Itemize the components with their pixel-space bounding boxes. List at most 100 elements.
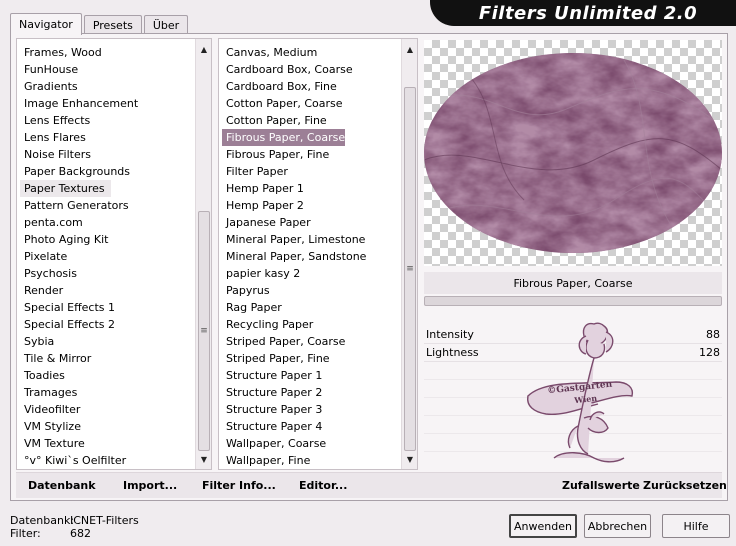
- help-button[interactable]: Hilfe: [662, 514, 730, 538]
- scroll-down-arrow-icon[interactable]: ▼: [402, 451, 417, 467]
- category-item[interactable]: Psychosis: [17, 265, 138, 282]
- category-item[interactable]: Sybia: [17, 333, 138, 350]
- filter-scrollbar[interactable]: ▲ ≡ ▼: [401, 39, 417, 469]
- scroll-up-arrow-icon[interactable]: ▲: [402, 41, 417, 57]
- scroll-up-arrow-icon[interactable]: ▲: [196, 41, 211, 57]
- app-title: Filters Unlimited 2.0: [478, 2, 698, 24]
- filter-item-label: Structure Paper 2: [226, 386, 323, 399]
- category-item[interactable]: Noise Filters: [17, 146, 138, 163]
- category-item[interactable]: Tile & Mirror: [17, 350, 138, 367]
- param-label: Lightness: [426, 346, 479, 359]
- filters-unlimited-dialog: Filters Unlimited 2.0 Navigator Presets …: [0, 0, 736, 546]
- filter-item[interactable]: Mineral Paper, Sandstone: [219, 248, 366, 265]
- category-item[interactable]: VM Texture: [17, 435, 138, 452]
- datenbank-button[interactable]: Datenbank: [28, 479, 96, 492]
- filter-item[interactable]: Striped Paper, Fine: [219, 350, 366, 367]
- tab-about[interactable]: Über: [143, 15, 189, 34]
- filter-item[interactable]: Cardboard Box, Coarse: [219, 61, 366, 78]
- filter-item[interactable]: Structure Paper 2: [219, 384, 366, 401]
- category-item[interactable]: Tramages: [17, 384, 138, 401]
- category-item[interactable]: Frames, Wood: [17, 44, 138, 61]
- category-item-label: Photo Aging Kit: [24, 233, 109, 246]
- filter-item-label: Rag Paper: [226, 301, 282, 314]
- category-item[interactable]: Photo Aging Kit: [17, 231, 138, 248]
- category-item[interactable]: Special Effects 2: [17, 316, 138, 333]
- category-item[interactable]: penta.com: [17, 214, 138, 231]
- category-item-label: Gradients: [24, 80, 78, 93]
- tab-navigator[interactable]: Navigator: [10, 13, 82, 35]
- tab-presets[interactable]: Presets: [83, 15, 142, 34]
- filter-count-label: Filter:: [10, 527, 41, 540]
- category-item-label: Psychosis: [24, 267, 77, 280]
- filter-item[interactable]: Structure Paper 4: [219, 418, 366, 435]
- filter-item[interactable]: Wallpaper, Coarse: [219, 435, 366, 452]
- filter-item[interactable]: Papyrus: [219, 282, 366, 299]
- category-item-label: °v° Kiwi`s Oelfilter: [24, 454, 127, 467]
- filter-item[interactable]: Hemp Paper 1: [219, 180, 366, 197]
- filter-item[interactable]: Canvas, Medium: [219, 44, 366, 61]
- filter-item[interactable]: Cotton Paper, Coarse: [219, 95, 366, 112]
- filter-item-label: Mineral Paper, Sandstone: [226, 250, 367, 263]
- navigator-toolbar: Datenbank Import... Filter Info... Edito…: [16, 472, 727, 498]
- scroll-thumb[interactable]: ≡: [404, 87, 416, 451]
- filter-info-button[interactable]: Filter Info...: [202, 479, 276, 492]
- category-item[interactable]: Gradients: [17, 78, 138, 95]
- category-item[interactable]: Lens Flares: [17, 129, 138, 146]
- filter-item-label: Mineral Paper, Limestone: [226, 233, 366, 246]
- filter-item[interactable]: Cotton Paper, Fine: [219, 112, 366, 129]
- editor-button[interactable]: Editor...: [299, 479, 347, 492]
- filter-item[interactable]: Recycling Paper: [219, 316, 366, 333]
- category-item[interactable]: Pattern Generators: [17, 197, 138, 214]
- filter-item[interactable]: Filter Paper: [219, 163, 366, 180]
- category-item-label: Pixelate: [24, 250, 68, 263]
- reset-button[interactable]: Zurücksetzen: [643, 479, 727, 492]
- category-item-label: Paper Textures: [24, 182, 105, 195]
- filter-item[interactable]: Hemp Paper 2: [219, 197, 366, 214]
- cancel-button[interactable]: Abbrechen: [584, 514, 651, 538]
- category-item[interactable]: FunHouse: [17, 61, 138, 78]
- import-button[interactable]: Import...: [123, 479, 177, 492]
- category-item-label: Special Effects 2: [24, 318, 116, 331]
- preview-area[interactable]: [424, 40, 722, 266]
- filter-item-label: Cardboard Box, Coarse: [226, 63, 353, 76]
- category-item[interactable]: Toadies: [17, 367, 138, 384]
- random-values-button[interactable]: Zufallswerte: [562, 479, 640, 492]
- filter-item[interactable]: Fibrous Paper, Fine: [219, 146, 366, 163]
- app-title-banner: Filters Unlimited 2.0: [430, 0, 736, 26]
- category-list[interactable]: Frames, Wood FunHouse Gradients Image Enhan…: [16, 38, 212, 470]
- watermark-text-line2: Wien: [573, 393, 598, 405]
- category-item[interactable]: Videofilter: [17, 401, 138, 418]
- database-label: Datenbank:: [10, 514, 75, 527]
- category-item[interactable]: Lens Effects: [17, 112, 138, 129]
- filter-item-label: Cardboard Box, Fine: [226, 80, 337, 93]
- category-item[interactable]: Image Enhancement: [17, 95, 138, 112]
- filter-item[interactable]: Mineral Paper, Limestone: [219, 231, 366, 248]
- active-filter-name: Fibrous Paper, Coarse: [424, 272, 722, 294]
- filter-item[interactable]: Structure Paper 1: [219, 367, 366, 384]
- category-item-label: penta.com: [24, 216, 83, 229]
- category-item[interactable]: Paper Backgrounds: [17, 163, 138, 180]
- filter-item[interactable]: Fibrous Paper, Coarse: [219, 129, 366, 146]
- filter-item[interactable]: Striped Paper, Coarse: [219, 333, 366, 350]
- filter-item[interactable]: Structure Paper 3: [219, 401, 366, 418]
- category-item[interactable]: Paper Textures: [20, 180, 111, 197]
- scroll-down-arrow-icon[interactable]: ▼: [196, 451, 211, 467]
- scroll-thumb[interactable]: ≡: [198, 211, 210, 451]
- filter-item[interactable]: Cardboard Box, Fine: [219, 78, 366, 95]
- apply-button[interactable]: Anwenden: [509, 514, 577, 538]
- filter-item-label: Wallpaper, Fine: [226, 454, 311, 467]
- filter-item[interactable]: papier kasy 2: [219, 265, 366, 282]
- param-value: 88: [706, 328, 720, 341]
- category-item[interactable]: Render: [17, 282, 138, 299]
- filter-item[interactable]: Japanese Paper: [219, 214, 366, 231]
- filter-item[interactable]: Wallpaper, Fine: [219, 452, 366, 469]
- filter-item[interactable]: Rag Paper: [219, 299, 366, 316]
- param-value: 128: [699, 346, 720, 359]
- category-item[interactable]: Pixelate: [17, 248, 138, 265]
- category-item[interactable]: °v° Kiwi`s Oelfilter: [17, 452, 138, 469]
- category-item[interactable]: Special Effects 1: [17, 299, 138, 316]
- category-item-label: Videofilter: [24, 403, 81, 416]
- category-item[interactable]: VM Stylize: [17, 418, 138, 435]
- category-scrollbar[interactable]: ▲ ≡ ▼: [195, 39, 211, 469]
- filter-list[interactable]: Canvas, Medium Cardboard Box, Coarse Cardb…: [218, 38, 418, 470]
